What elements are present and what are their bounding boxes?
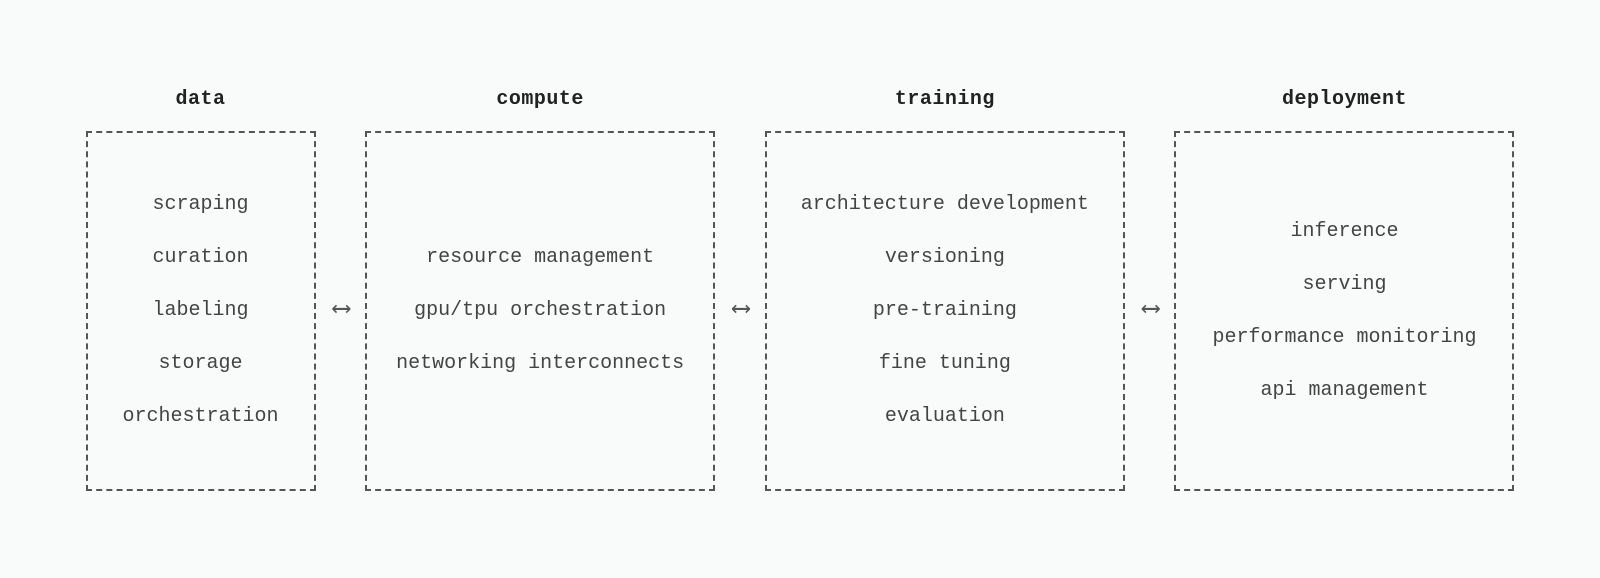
column-deployment: deployment inference serving performance… — [1174, 88, 1514, 491]
column-training: training architecture development versio… — [765, 88, 1125, 491]
column-title-training: training — [895, 88, 995, 111]
item: api management — [1260, 379, 1428, 402]
item: gpu/tpu orchestration — [414, 299, 666, 322]
column-title-compute: compute — [496, 88, 584, 111]
item: serving — [1302, 273, 1386, 296]
pipeline-diagram: data scraping curation labeling storage … — [0, 88, 1600, 491]
column-compute: compute resource management gpu/tpu orch… — [365, 88, 715, 491]
box-deployment: inference serving performance monitoring… — [1174, 131, 1514, 491]
item: versioning — [885, 246, 1005, 269]
column-title-deployment: deployment — [1282, 88, 1407, 111]
column-data: data scraping curation labeling storage … — [86, 88, 316, 491]
column-title-data: data — [176, 88, 226, 111]
item: scraping — [153, 193, 249, 216]
item: inference — [1290, 220, 1398, 243]
item: evaluation — [885, 405, 1005, 428]
item: curation — [153, 246, 249, 269]
item: networking interconnects — [396, 352, 684, 375]
bidirectional-arrow-icon: ⟷ — [733, 293, 747, 324]
item: labeling — [153, 299, 249, 322]
bidirectional-arrow-icon: ⟷ — [334, 293, 348, 324]
item: orchestration — [123, 405, 279, 428]
item: architecture development — [801, 193, 1089, 216]
item: resource management — [426, 246, 654, 269]
item: pre-training — [873, 299, 1017, 322]
bidirectional-arrow-icon: ⟷ — [1143, 293, 1157, 324]
item: fine tuning — [879, 352, 1011, 375]
box-data: scraping curation labeling storage orche… — [86, 131, 316, 491]
item: performance monitoring — [1212, 326, 1476, 349]
box-training: architecture development versioning pre-… — [765, 131, 1125, 491]
box-compute: resource management gpu/tpu orchestratio… — [365, 131, 715, 491]
item: storage — [159, 352, 243, 375]
